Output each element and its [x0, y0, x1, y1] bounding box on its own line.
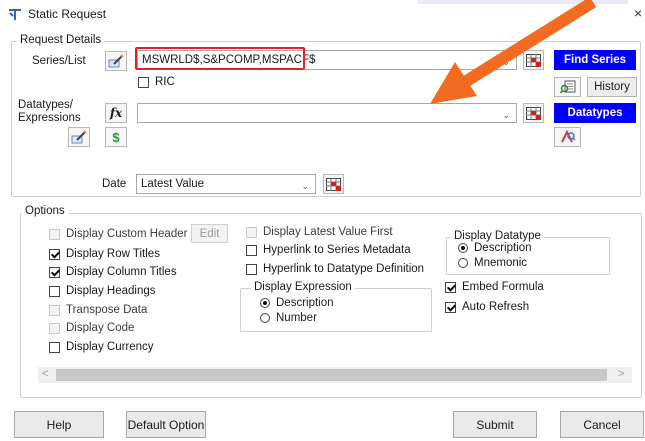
chevron-down-icon[interactable]: ⌄	[502, 106, 510, 124]
close-icon[interactable]: ×	[634, 5, 642, 21]
ric-label: RIC	[155, 76, 175, 88]
red-grid-icon	[526, 106, 541, 120]
currency-button[interactable]: $	[105, 127, 127, 147]
option-transpose[interactable]: Transpose Data	[49, 304, 147, 316]
option-checkbox[interactable]	[246, 226, 257, 238]
ric-checkbox-row[interactable]: RIC	[138, 76, 175, 88]
request-details-legend: Request Details	[17, 34, 105, 46]
function-icon: fx	[109, 106, 123, 120]
option-checkbox[interactable]	[246, 263, 257, 275]
scrollbar-thumb[interactable]	[56, 369, 607, 381]
option-label: Display Currency	[66, 341, 154, 353]
option-label: Display Column Titles	[66, 266, 177, 278]
display-expression-legend: Display Expression	[251, 281, 355, 293]
datatype-search-icon	[560, 130, 576, 143]
option-checkbox[interactable]	[49, 304, 60, 316]
dollar-icon: $	[112, 129, 120, 145]
radio-label: Description	[276, 297, 334, 309]
scroll-right-icon[interactable]: >	[618, 368, 624, 380]
datatypes-label-line1: Datatypes/	[18, 99, 73, 111]
option-display-currency[interactable]: Display Currency	[49, 341, 154, 353]
option-label: Display Headings	[66, 285, 156, 297]
pencil-list-icon	[108, 54, 124, 68]
option-column-titles[interactable]: Display Column Titles	[49, 266, 177, 278]
datatype-search-button[interactable]	[554, 127, 581, 147]
orange-arrow-icon	[430, 0, 597, 104]
chevron-down-icon[interactable]: ⌄	[301, 177, 309, 195]
option-checkbox[interactable]	[445, 301, 456, 313]
window-title: Static Request	[28, 7, 107, 21]
datatype-picker-button[interactable]	[68, 127, 90, 147]
expression-radio-description[interactable]: Description	[260, 297, 334, 309]
radio-label: Description	[474, 242, 532, 254]
option-checkbox[interactable]	[49, 228, 60, 240]
option-row-titles[interactable]: Display Row Titles	[49, 248, 160, 260]
option-checkbox[interactable]	[246, 244, 257, 256]
app-icon	[8, 7, 22, 21]
option-checkbox[interactable]	[49, 266, 60, 278]
fx-button[interactable]: fx	[105, 103, 127, 123]
display-expression-group	[240, 288, 432, 332]
date-grid-button[interactable]	[323, 174, 344, 194]
datatypes-label: Datatypes/ Expressions	[18, 99, 81, 125]
option-label: Hyperlink to Series Metadata	[263, 244, 411, 256]
radio-button[interactable]	[260, 313, 270, 323]
option-auto-refresh[interactable]: Auto Refresh	[445, 301, 529, 313]
option-hyperlink-series[interactable]: Hyperlink to Series Metadata	[246, 244, 411, 256]
series-picker-button[interactable]	[105, 51, 127, 71]
ric-checkbox[interactable]	[138, 76, 149, 88]
pencil-list-icon	[71, 130, 87, 144]
display-datatype-legend: Display Datatype	[451, 230, 544, 242]
option-label: Auto Refresh	[462, 301, 530, 313]
option-label: Embed Formula	[462, 281, 544, 293]
radio-label: Number	[276, 312, 317, 324]
radio-label: Mnemonic	[474, 257, 528, 269]
default-option-button[interactable]: Default Option	[126, 411, 206, 438]
date-select-value: Latest Value	[141, 178, 205, 190]
option-headings[interactable]: Display Headings	[49, 285, 156, 297]
submit-button[interactable]: Submit	[453, 411, 537, 438]
option-checkbox[interactable]	[445, 281, 456, 293]
option-label: Display Row Titles	[66, 248, 160, 260]
option-checkbox[interactable]	[49, 341, 60, 353]
date-select[interactable]: Latest Value ⌄	[136, 174, 316, 194]
cancel-button[interactable]: Cancel	[560, 411, 644, 438]
options-legend: Options	[22, 205, 68, 217]
edit-header-button[interactable]: Edit	[191, 224, 228, 243]
option-checkbox[interactable]	[49, 285, 60, 297]
option-checkbox[interactable]	[49, 248, 60, 260]
option-label: Hyperlink to Datatype Definition	[263, 263, 425, 275]
date-label: Date	[102, 178, 127, 190]
radio-button[interactable]	[458, 258, 468, 268]
help-button[interactable]: Help	[14, 411, 104, 438]
red-grid-icon	[326, 177, 341, 191]
option-latest-first[interactable]: Display Latest Value First	[246, 226, 393, 238]
option-label: Transpose Data	[66, 304, 148, 316]
option-embed-formula[interactable]: Embed Formula	[445, 281, 544, 293]
series-list-label: Series/List	[32, 55, 86, 67]
option-label: Display Custom Header	[66, 228, 188, 240]
option-label: Display Latest Value First	[263, 226, 393, 238]
datatype-radio-mnemonic[interactable]: Mnemonic	[458, 257, 527, 269]
option-custom-header[interactable]: Display Custom Header	[49, 228, 187, 240]
datatype-radio-description[interactable]: Description	[458, 242, 532, 254]
expression-radio-number[interactable]: Number	[260, 312, 317, 324]
series-highlight-box	[135, 47, 305, 70]
option-display-code[interactable]: Display Code	[49, 322, 134, 334]
option-label: Display Code	[66, 322, 135, 334]
radio-button[interactable]	[260, 298, 270, 308]
scroll-left-icon[interactable]: <	[42, 368, 48, 380]
option-checkbox[interactable]	[49, 322, 60, 334]
horizontal-scrollbar[interactable]: < >	[38, 367, 632, 383]
radio-button[interactable]	[458, 243, 468, 253]
option-hyperlink-datatype[interactable]: Hyperlink to Datatype Definition	[246, 263, 424, 275]
datatypes-label-line2: Expressions	[18, 112, 81, 124]
